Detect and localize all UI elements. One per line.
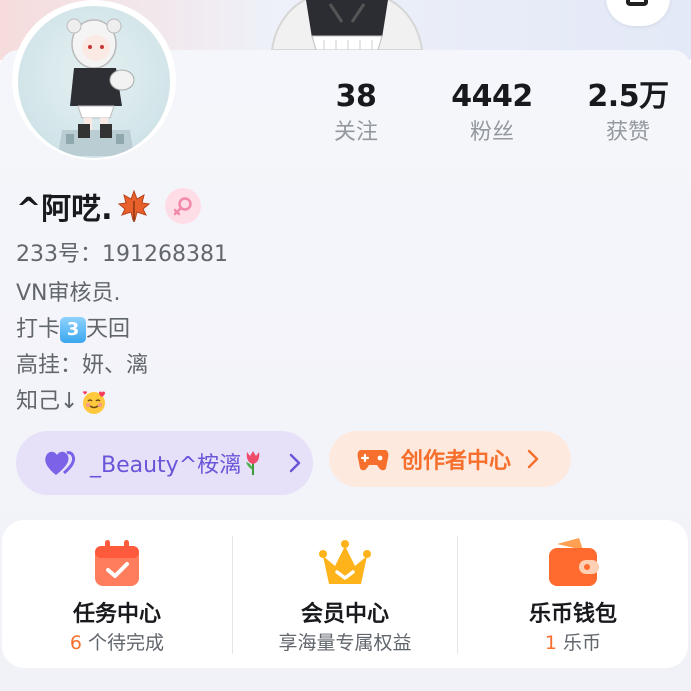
calendar-check-icon: [87, 534, 147, 594]
followers-count: 4442: [451, 79, 533, 114]
tulip-icon: [241, 450, 265, 476]
bio-line: 高挂：妍、漓: [16, 353, 149, 378]
wallet-title: 乐币钱包: [528, 602, 617, 627]
uid-text[interactable]: 233号：191268381: [16, 236, 228, 268]
keycap-three-icon: 3: [60, 317, 87, 343]
banner-image: [266, 0, 428, 50]
creator-center-button[interactable]: 创作者中心: [329, 431, 571, 487]
vip-center-sub: 享海量专属权益: [278, 632, 412, 654]
edit-icon: [626, 0, 648, 6]
following-label: 关注: [333, 120, 378, 145]
vip-center-title: 会员中心: [300, 602, 389, 627]
gamepad-icon: [357, 446, 389, 472]
following-count: 38: [335, 79, 377, 114]
female-gender-icon: [164, 188, 201, 224]
task-center-title: 任务中心: [72, 602, 161, 627]
task-count: 6: [69, 632, 83, 654]
likes-label: 获赞: [605, 120, 650, 145]
username-row: ^阿呓.: [16, 184, 201, 228]
bio-text: 知己↓: [16, 389, 79, 414]
chevron-right-icon: [527, 449, 539, 469]
bio: VN审核员. 打卡 3 天回 高挂：妍、漓 知己↓: [16, 276, 148, 420]
coin-wallet[interactable]: 乐币钱包 1 乐币: [458, 520, 688, 668]
bio-text: 天回: [86, 317, 131, 342]
fan-medal-label: _Beauty^桉漓: [90, 453, 242, 478]
crown-icon: [315, 534, 375, 594]
coin-count: 1: [544, 632, 558, 654]
bio-line: 打卡 3 天回: [16, 312, 148, 348]
smiling-face-hearts-icon: [80, 388, 108, 416]
likes-count: 2.5万: [587, 79, 669, 114]
wallet-sub: 1 乐币: [458, 628, 688, 655]
followers-label: 粉丝: [469, 120, 514, 145]
task-center-sub: 6 个待完成: [2, 628, 232, 655]
maple-leaf-icon: [117, 189, 151, 223]
avatar[interactable]: [12, 0, 176, 160]
bio-line: 知己↓: [16, 384, 148, 420]
stat-followers[interactable]: 4442 粉丝: [432, 78, 552, 150]
heart-icon: [44, 449, 76, 477]
task-count-label: 个待完成: [82, 632, 165, 654]
stats-row: 38 关注 4442 粉丝 2.5万 获赞: [300, 78, 691, 158]
stat-following[interactable]: 38 关注: [296, 78, 416, 150]
wallet-icon: [543, 534, 603, 594]
username: ^阿呓.: [16, 192, 113, 227]
services-card: 任务中心 6 个待完成 会员中心 享海量专属权益 乐币钱包 1 乐币: [2, 520, 688, 668]
chevron-right-icon: [289, 453, 301, 473]
bio-text: 打卡: [16, 317, 61, 342]
creator-center-label: 创作者中心: [401, 449, 512, 474]
bio-line: VN审核员.: [16, 281, 121, 306]
coin-count-label: 乐币: [557, 632, 602, 654]
vip-center[interactable]: 会员中心 享海量专属权益: [233, 520, 457, 668]
stat-likes[interactable]: 2.5万 获赞: [568, 78, 688, 150]
task-center[interactable]: 任务中心 6 个待完成: [2, 520, 232, 668]
fan-medal-button[interactable]: _Beauty^桉漓: [16, 431, 313, 495]
